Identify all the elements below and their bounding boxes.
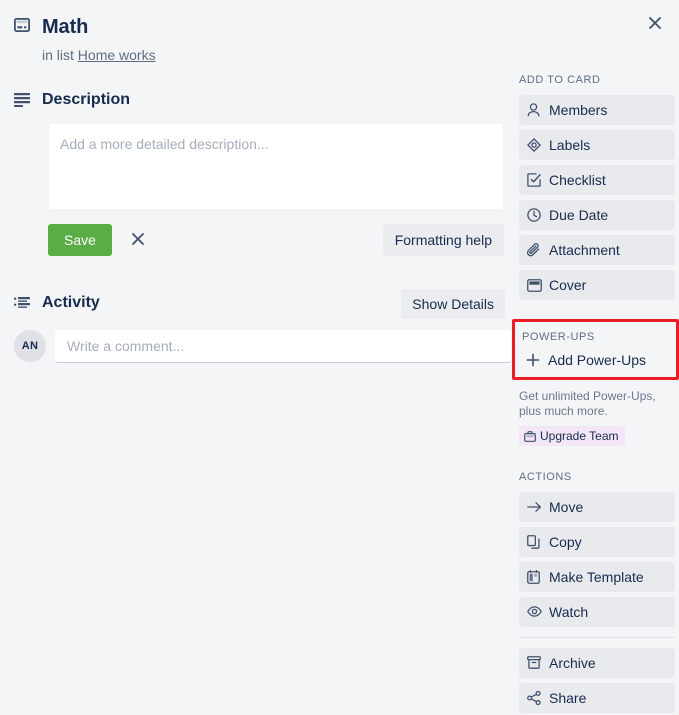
card-list-breadcrumb: in list Home works (42, 45, 515, 65)
card-sidebar: ADD TO CARD Members Labels Checklist Due… (512, 72, 679, 715)
comment-input[interactable] (55, 330, 511, 362)
description-header: Description (14, 86, 515, 114)
briefcase-icon (524, 430, 536, 442)
cover-icon (527, 278, 549, 292)
sidebar-item-make-template[interactable]: Make Template (519, 561, 675, 592)
clock-icon (527, 208, 549, 222)
sidebar-item-checklist[interactable]: Checklist (519, 165, 675, 195)
card-icon (14, 12, 42, 32)
description-icon (14, 93, 42, 107)
card-header: Math in list Home works (0, 12, 515, 65)
power-ups-section: POWER-UPS Add Power-Ups (512, 319, 679, 380)
sidebar-item-label: Cover (549, 277, 587, 293)
sidebar-item-attachment[interactable]: Attachment (519, 235, 675, 265)
activity-header: Activity Show Details (14, 289, 515, 319)
sidebar-item-due-date[interactable]: Due Date (519, 200, 675, 230)
sidebar-item-cover[interactable]: Cover (519, 270, 675, 300)
card-title-row: Math (14, 12, 515, 39)
sidebar-item-labels[interactable]: Labels (519, 130, 675, 160)
activity-section: Activity Show Details AN (14, 289, 515, 362)
sidebar-item-watch[interactable]: Watch (519, 596, 675, 627)
sidebar-item-label: Labels (549, 137, 591, 153)
save-button[interactable]: Save (48, 224, 112, 256)
description-heading: Description (42, 91, 131, 108)
sidebar-item-label: Move (549, 498, 584, 515)
sidebar-item-label: Share (549, 689, 587, 706)
sidebar-item-label: Watch (549, 603, 589, 620)
sidebar-item-label: Members (549, 102, 608, 118)
description-actions: Save Formatting help (48, 224, 504, 256)
activity-heading: Activity (42, 294, 100, 311)
close-icon (648, 16, 662, 30)
upgrade-team-button[interactable]: Upgrade Team (519, 426, 625, 446)
paperclip-icon (527, 243, 549, 257)
sidebar-item-label: Checklist (549, 172, 606, 188)
eye-icon (527, 606, 549, 617)
sidebar-item-members[interactable]: Members (519, 95, 675, 125)
actions-divider (519, 636, 675, 638)
list-name-link[interactable]: Home works (78, 47, 156, 63)
sidebar-item-label: Archive (549, 654, 596, 671)
sidebar-item-share[interactable]: Share (519, 682, 675, 713)
share-icon (527, 690, 549, 705)
archive-icon (527, 656, 549, 669)
arrow-right-icon (527, 501, 549, 513)
upgrade-team-label: Upgrade Team (540, 429, 619, 443)
copy-icon (527, 534, 549, 549)
close-card-button[interactable] (640, 8, 670, 38)
sidebar-item-label: Due Date (549, 207, 609, 223)
add-to-card-heading: ADD TO CARD (519, 74, 601, 86)
label-icon (527, 138, 549, 152)
power-ups-note: Get unlimited Power-Ups, plus much more. (519, 389, 656, 418)
sidebar-item-move[interactable]: Move (519, 491, 675, 522)
add-power-ups-label: Add Power-Ups (548, 352, 647, 368)
in-list-label: in list (42, 47, 74, 63)
formatting-help-button[interactable]: Formatting help (382, 224, 504, 256)
sidebar-item-label: Attachment (549, 242, 620, 258)
sidebar-item-archive[interactable]: Archive (519, 647, 675, 678)
plus-icon (526, 353, 548, 367)
comment-row: AN (14, 330, 515, 362)
actions-heading: ACTIONS (519, 470, 572, 483)
power-ups-heading: POWER-UPS (522, 331, 595, 343)
description-input[interactable] (48, 123, 504, 210)
actions-section: ACTIONS Move Copy Make Template Watch Ar… (519, 469, 675, 713)
close-icon (131, 232, 145, 249)
avatar[interactable]: AN (14, 330, 46, 362)
sidebar-item-copy[interactable]: Copy (519, 526, 675, 557)
sidebar-item-label: Copy (549, 533, 582, 550)
checklist-icon (527, 173, 549, 187)
page-title: Math (42, 16, 89, 38)
show-details-button[interactable]: Show Details (401, 289, 505, 319)
cancel-description-button[interactable] (126, 228, 150, 252)
member-icon (527, 103, 549, 117)
add-power-ups-button[interactable]: Add Power-Ups (518, 349, 646, 371)
main-column: Description Save Formatting help (0, 86, 515, 362)
sidebar-item-label: Make Template (549, 568, 644, 585)
activity-list-icon (14, 296, 42, 310)
template-icon (527, 569, 549, 584)
